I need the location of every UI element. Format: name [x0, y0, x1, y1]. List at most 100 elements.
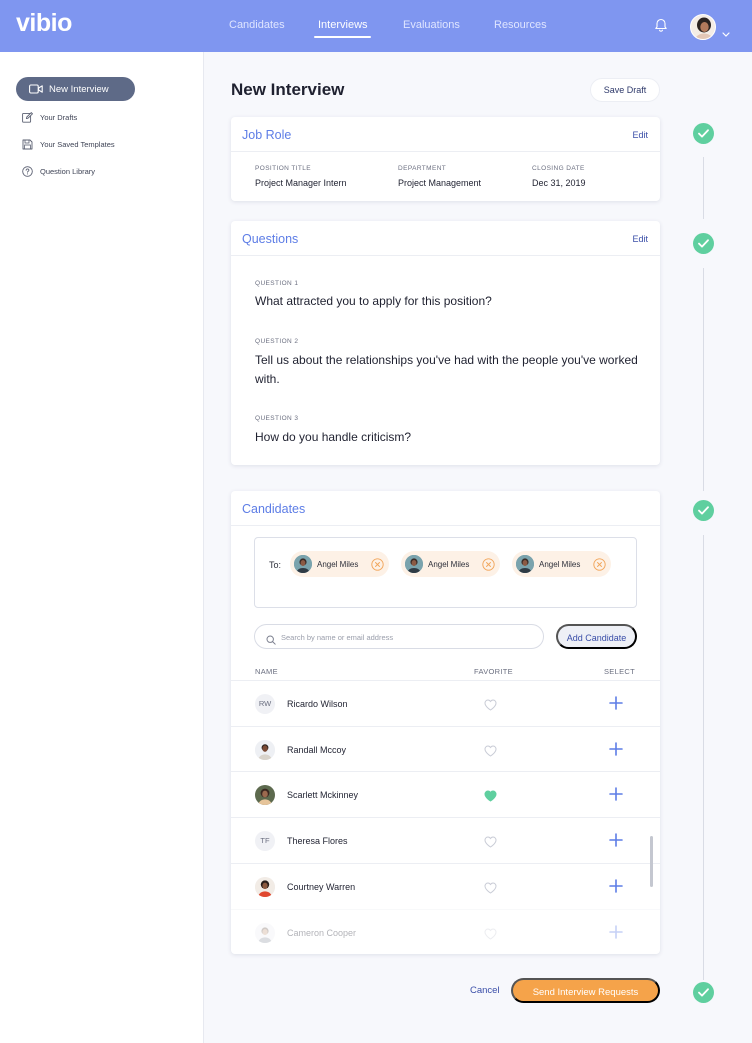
table-row[interactable]: Randall Mccoy: [231, 726, 660, 772]
search-input[interactable]: [281, 630, 531, 644]
closing-date-label: CLOSING DATE: [532, 165, 585, 172]
sidebar: New Interview Your Drafts Your Saved Tem…: [0, 52, 204, 1043]
step-complete-check-icon: [693, 500, 714, 521]
remove-recipient-icon[interactable]: [371, 558, 384, 576]
questions-header: Questions Edit: [231, 221, 660, 256]
questions-edit-link[interactable]: Edit: [632, 234, 648, 244]
department-label: DEPARTMENT: [398, 165, 447, 172]
question-text: Tell us about the relationships you've h…: [255, 353, 638, 386]
avatar: [255, 877, 275, 897]
chevron-down-icon[interactable]: [722, 24, 730, 42]
column-header-favorite: FAVORITE: [474, 667, 513, 676]
to-label: To:: [269, 560, 282, 570]
vibio-logo[interactable]: vibio: [16, 9, 72, 38]
table-row[interactable]: Scarlett Mckinney: [231, 771, 660, 817]
remove-recipient-icon[interactable]: [482, 558, 495, 576]
send-interview-requests-button[interactable]: Send Interview Requests: [511, 978, 660, 1003]
job-role-card: Job Role Edit POSITION TITLE Project Man…: [231, 117, 660, 201]
recipient-name: Angel Miles: [539, 560, 581, 569]
department-value: Project Management: [398, 178, 482, 188]
recipient-chip: Angel Miles: [290, 551, 389, 577]
add-icon[interactable]: [609, 879, 623, 898]
avatar: [294, 555, 312, 573]
candidate-name: Randall Mccoy: [287, 745, 347, 755]
question-text: What attracted you to apply for this pos…: [255, 294, 492, 308]
recipient-chip: Angel Miles: [512, 551, 611, 577]
video-camera-icon: [29, 84, 43, 97]
avatar: [255, 740, 275, 760]
position-title-value: Project Manager Intern: [255, 178, 347, 188]
heart-outline-icon[interactable]: [484, 835, 497, 853]
candidates-title: Candidates: [242, 502, 306, 516]
sidebar-item-label: Question Library: [40, 167, 96, 176]
candidate-search: [254, 624, 544, 649]
job-role-header: Job Role Edit: [231, 117, 660, 152]
recipients-field[interactable]: To: Angel Miles Angel Miles Angel Miles: [254, 537, 637, 608]
add-icon[interactable]: [609, 742, 623, 761]
user-avatar[interactable]: [690, 14, 716, 40]
table-row[interactable]: Courtney Warren: [231, 863, 660, 909]
save-draft-button[interactable]: Save Draft: [590, 78, 660, 102]
avatar: TF: [255, 831, 275, 851]
add-icon[interactable]: [609, 833, 623, 852]
candidate-name: Cameron Cooper: [287, 928, 357, 938]
heart-outline-icon[interactable]: [484, 881, 497, 899]
heart-outline-icon[interactable]: [484, 698, 497, 716]
top-navbar: vibio Candidates Interviews Evaluations …: [0, 0, 752, 52]
add-candidate-button[interactable]: Add Candidate: [556, 624, 637, 649]
nav-active-indicator: [314, 36, 371, 38]
add-icon[interactable]: [609, 787, 623, 806]
avatar: [516, 555, 534, 573]
progress-connector: [703, 535, 704, 980]
heart-filled-icon[interactable]: [484, 789, 497, 807]
column-header-select: SELECT: [604, 667, 635, 676]
avatar: RW: [255, 694, 275, 714]
column-header-name: NAME: [255, 667, 278, 676]
heart-outline-icon[interactable]: [484, 927, 497, 945]
job-role-title: Job Role: [242, 128, 292, 142]
heart-outline-icon[interactable]: [484, 744, 497, 762]
question-label: QUESTION 2: [255, 338, 299, 345]
nav-candidates[interactable]: Candidates: [229, 19, 285, 31]
avatar: [255, 785, 275, 805]
candidates-card: Candidates To: Angel Miles Angel Miles A…: [231, 491, 660, 954]
new-interview-button[interactable]: New Interview: [16, 77, 135, 101]
candidate-list-scrollbar[interactable]: [650, 836, 653, 887]
nav-interviews[interactable]: Interviews: [318, 19, 368, 31]
recipient-chip: Angel Miles: [401, 551, 500, 577]
candidate-name: Theresa Flores: [287, 836, 348, 846]
questions-card: Questions Edit QUESTION 1 What attracted…: [231, 221, 660, 465]
sidebar-item-label: Your Drafts: [40, 113, 78, 122]
sidebar-item-label: Your Saved Templates: [40, 140, 115, 149]
nav-resources[interactable]: Resources: [494, 19, 547, 31]
new-interview-label: New Interview: [49, 84, 109, 95]
nav-evaluations[interactable]: Evaluations: [403, 19, 460, 31]
candidate-name: Scarlett Mckinney: [287, 790, 359, 800]
job-role-edit-link[interactable]: Edit: [632, 130, 648, 140]
question-label: QUESTION 3: [255, 415, 299, 422]
closing-date-value: Dec 31, 2019: [532, 178, 586, 188]
step-complete-check-icon: [693, 233, 714, 254]
search-icon: [266, 632, 276, 650]
step-complete-check-icon: [693, 123, 714, 144]
progress-connector: [703, 268, 704, 491]
progress-connector: [703, 157, 704, 219]
candidates-header: Candidates: [231, 491, 660, 526]
position-title-label: POSITION TITLE: [255, 165, 312, 172]
remove-recipient-icon[interactable]: [593, 558, 606, 576]
avatar: [405, 555, 423, 573]
avatar: [255, 923, 275, 943]
page-title: New Interview: [231, 80, 345, 99]
table-row[interactable]: TF Theresa Flores: [231, 817, 660, 863]
bell-icon[interactable]: [654, 18, 668, 38]
questions-title: Questions: [242, 232, 299, 246]
cancel-button[interactable]: Cancel: [470, 985, 500, 996]
recipient-name: Angel Miles: [428, 560, 470, 569]
candidate-name: Courtney Warren: [287, 882, 356, 892]
candidate-name: Ricardo Wilson: [287, 699, 348, 709]
table-row[interactable]: Cameron Cooper: [231, 909, 660, 954]
table-row[interactable]: RW Ricardo Wilson: [231, 680, 660, 726]
step-complete-check-icon: [693, 982, 714, 1003]
add-icon[interactable]: [609, 696, 623, 715]
add-icon[interactable]: [609, 925, 623, 944]
